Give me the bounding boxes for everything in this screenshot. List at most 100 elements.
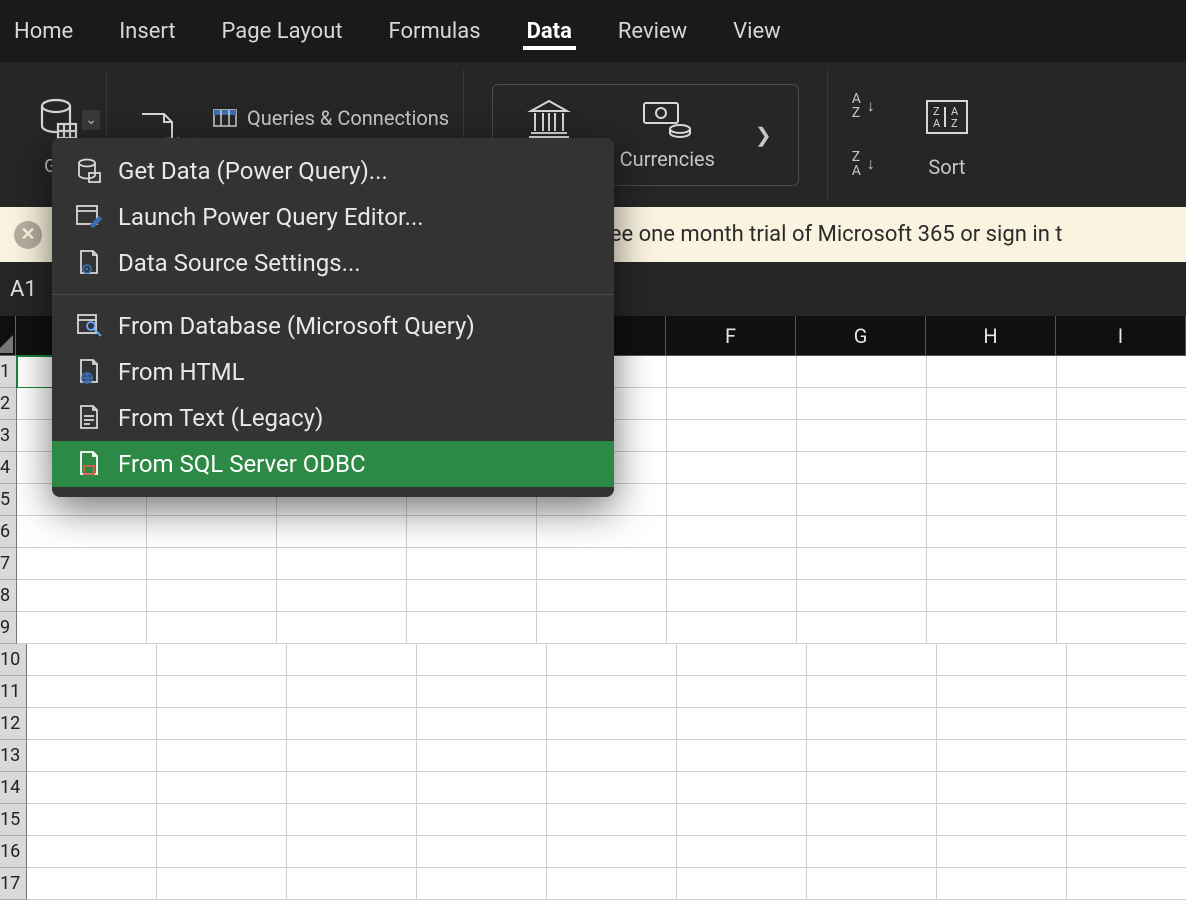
cell[interactable]: [797, 452, 927, 484]
cell[interactable]: [677, 868, 807, 900]
cell[interactable]: [17, 516, 147, 548]
cell[interactable]: [797, 516, 927, 548]
cell[interactable]: [547, 740, 677, 772]
menu-from-database[interactable]: From Database (Microsoft Query): [52, 303, 614, 349]
cell[interactable]: [1057, 484, 1186, 516]
row-header[interactable]: 15: [0, 804, 27, 836]
cell[interactable]: [667, 452, 797, 484]
cell[interactable]: [157, 868, 287, 900]
cell[interactable]: [937, 868, 1067, 900]
cell[interactable]: [547, 772, 677, 804]
cell[interactable]: [287, 644, 417, 676]
cell[interactable]: [1057, 516, 1186, 548]
cell[interactable]: [667, 580, 797, 612]
cell[interactable]: [807, 868, 937, 900]
cell[interactable]: [17, 580, 147, 612]
row-header[interactable]: 11: [0, 676, 27, 708]
cell[interactable]: [937, 676, 1067, 708]
cell[interactable]: [797, 420, 927, 452]
row-header[interactable]: 5: [0, 484, 17, 516]
cell[interactable]: [537, 612, 667, 644]
cell[interactable]: [157, 644, 287, 676]
cell[interactable]: [537, 516, 667, 548]
cell[interactable]: [287, 676, 417, 708]
cell[interactable]: [677, 740, 807, 772]
cell[interactable]: [1057, 580, 1186, 612]
cell[interactable]: [797, 484, 927, 516]
cell[interactable]: [147, 516, 277, 548]
cell[interactable]: [927, 516, 1057, 548]
cell[interactable]: [667, 612, 797, 644]
cell[interactable]: [537, 580, 667, 612]
tab-view[interactable]: View: [729, 13, 785, 50]
cell[interactable]: [807, 804, 937, 836]
cell[interactable]: [807, 772, 937, 804]
cell[interactable]: [27, 708, 157, 740]
cell[interactable]: [927, 388, 1057, 420]
cell[interactable]: [417, 804, 547, 836]
row-header[interactable]: 14: [0, 772, 27, 804]
cell[interactable]: [797, 388, 927, 420]
cell[interactable]: [1057, 548, 1186, 580]
cell[interactable]: [157, 836, 287, 868]
cell[interactable]: [407, 548, 537, 580]
cell[interactable]: [17, 612, 147, 644]
cell[interactable]: [27, 676, 157, 708]
row-header[interactable]: 8: [0, 580, 17, 612]
row-header[interactable]: 16: [0, 836, 27, 868]
cell[interactable]: [677, 644, 807, 676]
cell[interactable]: [547, 836, 677, 868]
cell[interactable]: [927, 580, 1057, 612]
row-header[interactable]: 2: [0, 388, 17, 420]
cell[interactable]: [1067, 644, 1186, 676]
cell[interactable]: [667, 420, 797, 452]
queries-connections-button[interactable]: Queries & Connections: [213, 106, 449, 130]
row-header[interactable]: 17: [0, 868, 27, 900]
cell[interactable]: [27, 868, 157, 900]
cell[interactable]: [1067, 804, 1186, 836]
cell[interactable]: [1057, 388, 1186, 420]
tab-data[interactable]: Data: [523, 13, 576, 50]
column-header[interactable]: F: [666, 316, 796, 356]
name-box[interactable]: A1: [0, 277, 48, 302]
menu-data-source-settings[interactable]: Data Source Settings...: [52, 240, 614, 286]
cell[interactable]: [27, 644, 157, 676]
menu-from-html[interactable]: From HTML: [52, 349, 614, 395]
cell[interactable]: [287, 772, 417, 804]
cell[interactable]: [797, 612, 927, 644]
cell[interactable]: [547, 644, 677, 676]
cell[interactable]: [667, 484, 797, 516]
cell[interactable]: [1057, 612, 1186, 644]
cell[interactable]: [157, 804, 287, 836]
cell[interactable]: [147, 580, 277, 612]
row-header[interactable]: 9: [0, 612, 17, 644]
cell[interactable]: [547, 804, 677, 836]
menu-from-sql-server-odbc[interactable]: From SQL Server ODBC: [52, 441, 614, 487]
cell[interactable]: [417, 676, 547, 708]
tab-insert[interactable]: Insert: [115, 13, 179, 50]
cell[interactable]: [27, 772, 157, 804]
cell[interactable]: [677, 804, 807, 836]
cell[interactable]: [417, 836, 547, 868]
menu-get-data-power-query[interactable]: Get Data (Power Query)...: [52, 148, 614, 194]
cell[interactable]: [157, 676, 287, 708]
cell[interactable]: [937, 708, 1067, 740]
cell[interactable]: [807, 740, 937, 772]
row-header[interactable]: 13: [0, 740, 27, 772]
cell[interactable]: [807, 836, 937, 868]
cell[interactable]: [407, 516, 537, 548]
cell[interactable]: [677, 708, 807, 740]
sort-desc-button[interactable]: ZA ↓: [852, 150, 875, 178]
cell[interactable]: [157, 772, 287, 804]
cell[interactable]: [667, 356, 797, 388]
cell[interactable]: [417, 740, 547, 772]
currencies-button[interactable]: Currencies: [620, 99, 715, 171]
cell[interactable]: [937, 740, 1067, 772]
cell[interactable]: [1057, 356, 1186, 388]
cell[interactable]: [277, 580, 407, 612]
cell[interactable]: [677, 772, 807, 804]
column-header[interactable]: I: [1056, 316, 1186, 356]
cell[interactable]: [927, 420, 1057, 452]
cell[interactable]: [277, 548, 407, 580]
cell[interactable]: [927, 484, 1057, 516]
